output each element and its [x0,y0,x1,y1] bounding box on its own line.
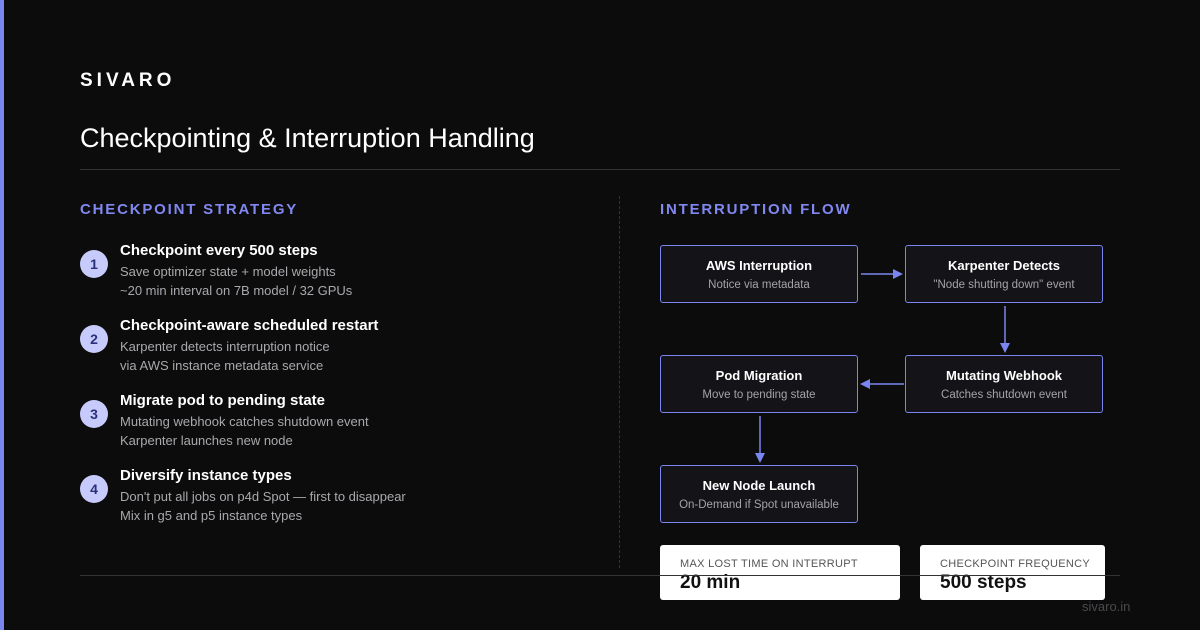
node-subtitle: Catches shutdown event [941,389,1067,401]
flow-arrows [755,269,1010,463]
stat-label: CHECKPOINT FREQUENCY [940,558,1091,570]
step-number-badge: 2 [80,325,108,353]
step-detail: Mutating webhook catches shutdown event [120,414,369,429]
node-subtitle: Move to pending state [702,389,816,401]
step-detail: ~20 min interval on 7B model / 32 GPUs [120,283,353,298]
flow-node-new-node-launch: New Node Launch On-Demand if Spot unavai… [660,465,858,523]
stat-card-max-lost-time: MAX LOST TIME ON INTERRUPT 20 min [660,545,900,600]
step-detail: via AWS instance metadata service [120,358,324,373]
stat-label: MAX LOST TIME ON INTERRUPT [680,558,858,570]
step-number-badge: 3 [80,400,108,428]
step-number-badge: 4 [80,475,108,503]
node-title: AWS Interruption [705,258,813,273]
step-detail: Karpenter launches new node [120,433,293,448]
step-detail: Mix in g5 and p5 instance types [120,508,303,523]
top-divider [80,169,1120,170]
node-title: Pod Migration [715,368,803,383]
step-detail: Save optimizer state + model weights [120,264,336,279]
step-title: Diversify instance types [120,467,292,484]
bottom-divider [80,575,1120,576]
stat-card-checkpoint-frequency: CHECKPOINT FREQUENCY 500 steps [920,545,1105,600]
flow-node-pod-migration: Pod Migration Move to pending state [660,355,858,413]
step-number-badge: 1 [80,250,108,278]
node-subtitle: "Node shutting down" event [933,279,1075,291]
page-title: Checkpointing & Interruption Handling [80,123,535,153]
flow-node-mutating-webhook: Mutating Webhook Catches shutdown event [905,355,1103,413]
interruption-flow-heading: INTERRUPTION FLOW [660,201,852,218]
step-title: Checkpoint-aware scheduled restart [120,317,379,334]
step-detail: Don't put all jobs on p4d Spot — first t… [120,489,406,504]
flow-node-aws-interruption: AWS Interruption Notice via metadata [660,245,858,303]
brand-logo: SIVARO [80,70,176,91]
node-title: New Node Launch [702,478,816,493]
step-detail: Karpenter detects interruption notice [120,339,330,354]
node-title: Karpenter Detects [948,258,1060,273]
flow-node-karpenter-detects: Karpenter Detects "Node shutting down" e… [905,245,1103,303]
node-subtitle: On-Demand if Spot unavailable [679,499,839,511]
node-subtitle: Notice via metadata [708,279,810,291]
footer-url: sivaro.in [1082,599,1131,614]
checkpoint-strategy-heading: CHECKPOINT STRATEGY [80,201,299,218]
step-title: Checkpoint every 500 steps [120,242,318,259]
column-divider [619,196,620,568]
node-title: Mutating Webhook [945,368,1063,383]
step-title: Migrate pod to pending state [120,392,325,409]
accent-bar [0,0,4,630]
